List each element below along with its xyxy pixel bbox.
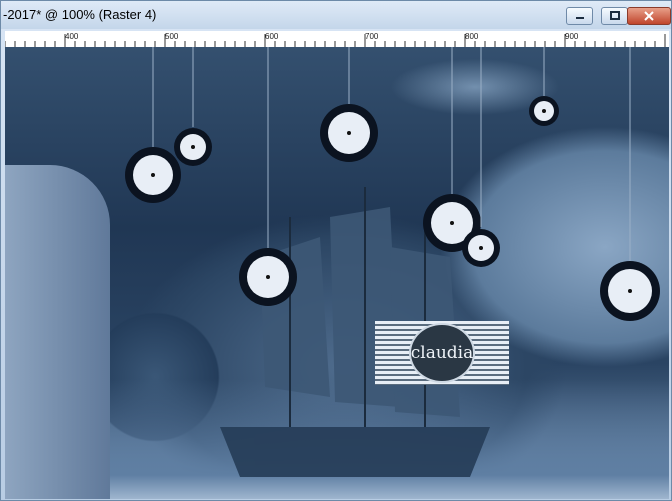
ruler-label-700: 700 bbox=[365, 32, 379, 41]
image-canvas[interactable]: claudia bbox=[5, 47, 669, 499]
pocket-watch-icon bbox=[174, 47, 212, 166]
ruler-label-400: 400 bbox=[65, 32, 79, 41]
pocket-watch-icon bbox=[529, 47, 559, 126]
watermark-badge: claudia bbox=[409, 323, 475, 383]
ruler-label-800: 800 bbox=[465, 32, 479, 41]
title-bar[interactable]: -2017* @ 100% (Raster 4) bbox=[1, 1, 671, 29]
ruler-label-600: 600 bbox=[265, 32, 279, 41]
claudia-watermark: claudia bbox=[375, 321, 509, 385]
maximize-icon bbox=[609, 11, 620, 20]
minimize-icon bbox=[575, 17, 584, 19]
image-window: -2017* @ 100% (Raster 4) 400 500 600 700… bbox=[0, 0, 672, 501]
close-icon bbox=[644, 11, 654, 21]
ruler-label-500: 500 bbox=[165, 32, 179, 41]
pocket-watch-icon bbox=[600, 47, 660, 321]
pocket-watch-icon bbox=[462, 47, 500, 267]
window-title: -2017* @ 100% (Raster 4) bbox=[3, 7, 157, 22]
horizontal-ruler: 400 500 600 700 800 900 bbox=[5, 31, 669, 48]
minimize-button[interactable] bbox=[566, 7, 593, 25]
pocket-watch-icon bbox=[320, 47, 378, 162]
close-button[interactable] bbox=[627, 7, 671, 25]
maximize-button[interactable] bbox=[601, 7, 628, 25]
watermark-text: claudia bbox=[410, 343, 474, 363]
woman-figure bbox=[5, 165, 110, 499]
ruler-label-900: 900 bbox=[565, 32, 579, 41]
pocket-watch-icon bbox=[239, 47, 297, 306]
